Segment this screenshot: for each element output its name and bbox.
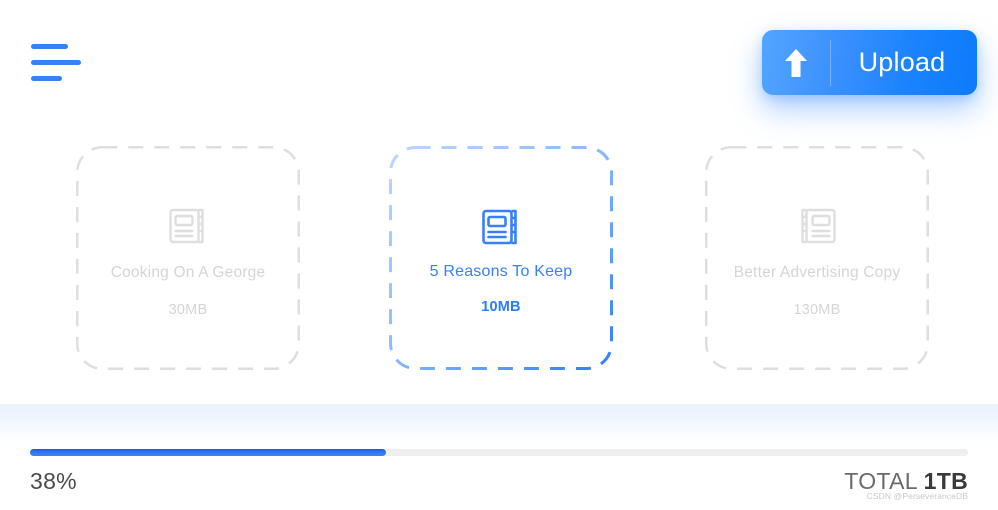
card-dashed-border-active [389,146,613,370]
card-dashed-border [705,146,929,370]
file-title: Cooking On A George [110,264,266,281]
notebook-icon [479,205,523,249]
file-card-better-advertising-copy[interactable]: Better Advertising Copy 130MB [705,146,929,370]
notebook-icon [166,204,210,248]
file-upload-screen: Upload Cooking On A George 30MB 5 Reason… [0,0,998,510]
watermark-text: CSDN @PerseveranceDB [866,491,968,501]
upload-button[interactable]: Upload [762,30,977,95]
footer-gradient-band [0,404,998,444]
menu-line-3 [31,76,62,81]
storage-progress-fill [30,449,387,456]
upload-button-label: Upload [858,47,946,77]
file-title: 5 Reasons To Keep [429,263,573,280]
menu-line-1 [31,44,68,49]
file-size: 130MB [793,302,841,318]
file-size: 10MB [481,299,521,315]
file-title: Better Advertising Copy [733,264,901,281]
app-header: Upload [0,0,998,128]
file-card-5-reasons-to-keep[interactable]: 5 Reasons To Keep 10MB [389,146,613,370]
file-card-list: Cooking On A George 30MB 5 Reasons To Ke… [0,146,998,370]
hamburger-menu-icon[interactable] [31,44,85,84]
file-size: 30MB [168,302,208,318]
menu-line-2 [31,60,81,65]
notebook-icon [795,204,839,248]
card-dashed-border [76,146,300,370]
progress-percent-label: 38% [30,468,77,494]
storage-progress-bar[interactable] [30,449,968,456]
arrow-up-icon [762,46,830,80]
file-card-cooking-on-a-george[interactable]: Cooking On A George 30MB [76,146,300,370]
